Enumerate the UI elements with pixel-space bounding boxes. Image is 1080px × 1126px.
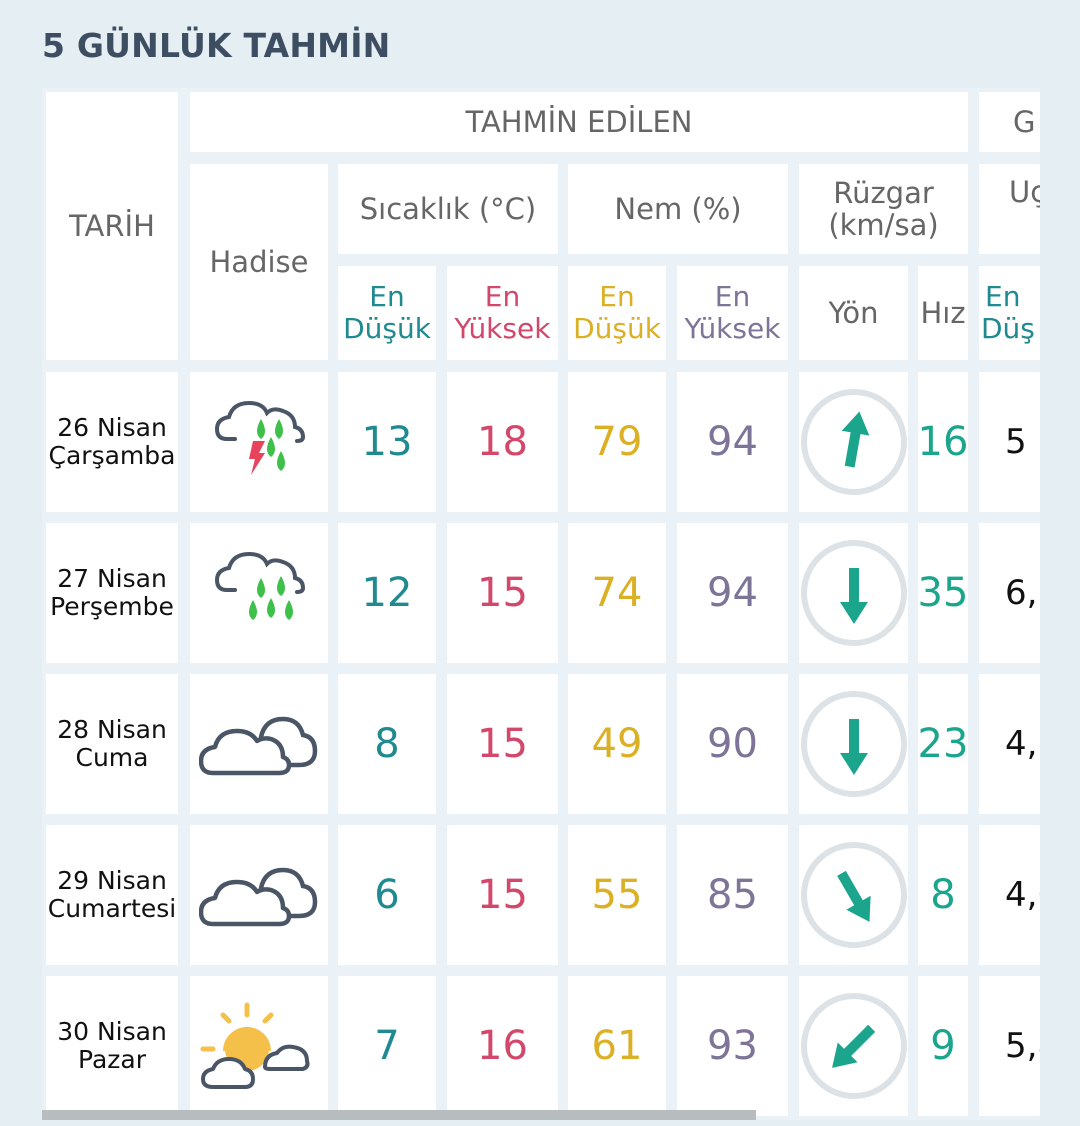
raindrop [277, 451, 285, 471]
weather-event-cell [190, 976, 328, 1116]
humidity-min-cell: 55 [568, 825, 666, 965]
temp-max-cell: 15 [447, 825, 558, 965]
weather-event-cell [190, 825, 328, 965]
raindrop [257, 419, 265, 439]
next-col-cell: 5 [979, 372, 1040, 512]
wind-direction-cell [799, 825, 908, 965]
date-cell: 29 Nisan Cumartesi [46, 825, 178, 965]
header-wind: Rüzgar (km/sa) [799, 164, 968, 254]
temp-max-cell: 18 [447, 372, 558, 512]
raindrop [285, 600, 293, 620]
date-weekday: Cumartesi [47, 894, 177, 923]
header-hum-min: En Düşük [568, 266, 666, 360]
date-weekday: Pazar [78, 1045, 146, 1074]
wind-speed-cell: 9 [918, 976, 968, 1116]
header-date: TARİH [46, 92, 178, 360]
raindrop [257, 578, 265, 598]
next-col-cell: 6,3 [979, 523, 1040, 663]
next-col-cell: 4,7 [979, 674, 1040, 814]
date-weekday: Çarşamba [48, 441, 176, 470]
wind-direction-arrow-icon [799, 538, 908, 648]
date-day: 29 Nisan [57, 866, 167, 895]
header-wind-speed: Hız [918, 266, 968, 360]
temp-min-cell: 8 [338, 674, 436, 814]
raindrop [267, 598, 275, 618]
temp-max-cell: 15 [447, 674, 558, 814]
temp-max-cell: 15 [447, 523, 558, 663]
next-col-cell: 4,6 [979, 825, 1040, 965]
lightning-bolt [249, 441, 265, 475]
wind-speed-cell: 16 [918, 372, 968, 512]
date-cell: 26 Nisan Çarşamba [46, 372, 178, 512]
horizontal-scrollbar[interactable] [42, 1110, 756, 1120]
heavy-rain-icon [209, 548, 309, 638]
raindrop [277, 576, 285, 596]
temp-min-cell: 7 [338, 976, 436, 1116]
temp-min-cell: 6 [338, 825, 436, 965]
wind-direction-cell [799, 523, 908, 663]
humidity-max-cell: 93 [677, 976, 788, 1116]
humidity-max-cell: 85 [677, 825, 788, 965]
header-wind-direction: Yön [799, 266, 908, 360]
header-temp-min: En Düşük [338, 266, 436, 360]
header-humidity: Nem (%) [568, 164, 788, 254]
date-day: 26 Nisan [57, 413, 167, 442]
wind-speed-cell: 35 [918, 523, 968, 663]
humidity-min-cell: 74 [568, 523, 666, 663]
humidity-min-cell: 49 [568, 674, 666, 814]
raindrop [275, 419, 283, 439]
humidity-max-cell: 94 [677, 523, 788, 663]
humidity-min-cell: 79 [568, 372, 666, 512]
wind-direction-cell [799, 976, 908, 1116]
header-event: Hadise [190, 164, 328, 360]
date-cell: 30 Nisan Pazar [46, 976, 178, 1116]
wind-direction-arrow-icon [799, 840, 908, 950]
header-next-group: G [979, 92, 1040, 152]
date-day: 28 Nisan [57, 715, 167, 744]
thunderstorm-rain-icon [209, 397, 309, 487]
weather-event-cell [190, 372, 328, 512]
wind-speed-cell: 23 [918, 674, 968, 814]
date-weekday: Cuma [75, 743, 149, 772]
humidity-max-cell: 94 [677, 372, 788, 512]
wind-direction-arrow-icon [799, 991, 908, 1101]
raindrop [267, 437, 275, 457]
date-weekday: Perşembe [50, 592, 174, 621]
partly-cloudy-icon [199, 1001, 319, 1091]
date-day: 30 Nisan [57, 1017, 167, 1046]
next-col-cell: 5,8 [979, 976, 1040, 1116]
header-next-sub: En Düş [979, 266, 1040, 360]
date-cell: 27 Nisan Perşembe [46, 523, 178, 663]
date-cell: 28 Nisan Cuma [46, 674, 178, 814]
cloudy-icon [199, 860, 319, 930]
header-next-col: Uç [979, 164, 1040, 254]
header-forecast-group: TAHMİN EDİLEN [190, 92, 968, 152]
temp-min-cell: 13 [338, 372, 436, 512]
date-day: 27 Nisan [57, 564, 167, 593]
wind-speed-cell: 8 [918, 825, 968, 965]
wind-direction-arrow-icon [799, 689, 908, 799]
cloudy-icon [199, 709, 319, 779]
header-hum-max: En Yüksek [677, 266, 788, 360]
wind-direction-cell [799, 372, 908, 512]
weather-event-cell [190, 523, 328, 663]
temp-min-cell: 12 [338, 523, 436, 663]
header-temp-max: En Yüksek [447, 266, 558, 360]
page-title: 5 GÜNLÜK TAHMİN [42, 26, 391, 65]
humidity-min-cell: 61 [568, 976, 666, 1116]
forecast-table: TARİH TAHMİN EDİLEN G Hadise Sıcaklık (°… [42, 88, 1040, 1120]
header-temperature: Sıcaklık (°C) [338, 164, 558, 254]
humidity-max-cell: 90 [677, 674, 788, 814]
weather-event-cell [190, 674, 328, 814]
raindrop [249, 600, 257, 620]
wind-direction-arrow-icon [799, 387, 908, 497]
wind-direction-cell [799, 674, 908, 814]
temp-max-cell: 16 [447, 976, 558, 1116]
